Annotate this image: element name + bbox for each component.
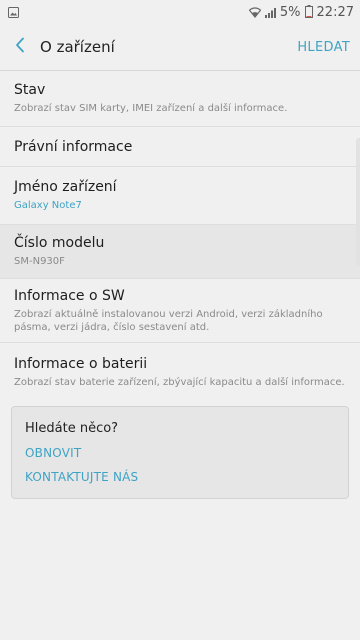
list-item-subtitle: Galaxy Note7 <box>14 200 82 211</box>
settings-list: Stav Zobrazí stav SIM karty, IMEI zaříze… <box>0 71 360 401</box>
list-item-title: Stav <box>14 82 46 98</box>
list-item-software-info[interactable]: Informace o SW Zobrazí aktuálně instalov… <box>0 279 360 343</box>
list-item-status[interactable]: Stav Zobrazí stav SIM karty, IMEI zaříze… <box>0 71 360 127</box>
battery-percent: 5% <box>279 4 301 20</box>
list-item-subtitle: SM-N930F <box>14 256 65 267</box>
search-button[interactable]: HLEDAT <box>297 40 350 55</box>
list-item-battery-info[interactable]: Informace o baterii Zobrazí stav baterie… <box>0 343 360 401</box>
list-item-title: Informace o SW <box>14 287 125 304</box>
refresh-link[interactable]: OBNOVIT <box>25 446 335 460</box>
list-item-model-number[interactable]: Číslo modelu SM-N930F <box>0 225 360 279</box>
list-item-title: Jméno zařízení <box>14 179 117 195</box>
list-item-title: Právní informace <box>14 138 133 155</box>
battery-icon <box>304 3 313 22</box>
list-item-title: Informace o baterii <box>14 355 148 372</box>
edge-panel-handle[interactable] <box>356 138 360 266</box>
signal-icon <box>264 3 276 22</box>
page-title: O zařízení <box>40 38 115 56</box>
app-bar: O zařízení HLEDAT <box>0 24 360 71</box>
help-card: Hledáte něco? OBNOVIT KONTAKTUJTE NÁS <box>11 406 349 499</box>
list-item-title: Číslo modelu <box>14 235 105 251</box>
wifi-icon <box>248 3 262 22</box>
gallery-notification-icon <box>8 3 19 22</box>
list-item-subtitle: Zobrazí stav baterie zařízení, zbývající… <box>14 376 345 388</box>
list-item-device-name[interactable]: Jméno zařízení Galaxy Note7 <box>0 167 360 225</box>
chevron-left-icon <box>15 37 25 57</box>
list-item-subtitle: Zobrazí stav SIM karty, IMEI zařízení a … <box>14 103 288 114</box>
clock: 22:27 <box>316 4 354 20</box>
help-card-title: Hledáte něco? <box>25 421 119 436</box>
list-item-legal[interactable]: Právní informace <box>0 127 360 167</box>
list-item-subtitle: Zobrazí aktuálně instalovanou verzi Andr… <box>14 308 323 333</box>
back-button[interactable] <box>0 24 40 70</box>
contact-us-link[interactable]: KONTAKTUJTE NÁS <box>25 470 335 484</box>
status-bar: 5% 22:27 <box>0 0 360 24</box>
